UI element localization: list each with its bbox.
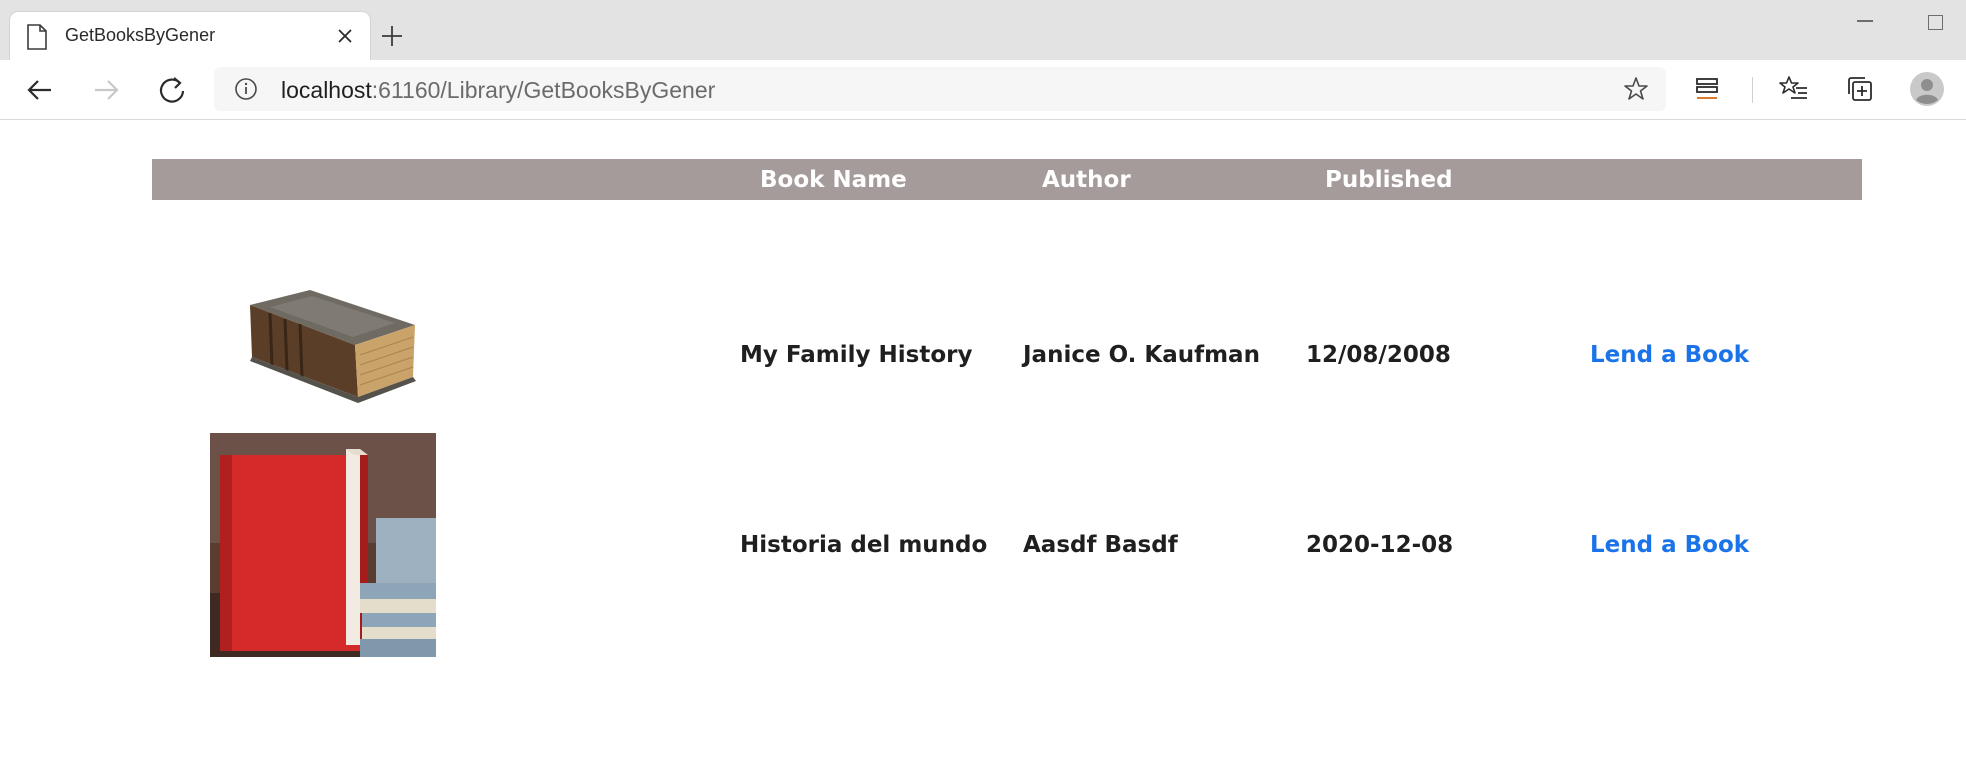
minimize-icon[interactable] (1857, 20, 1873, 22)
book-author: Aasdf Basdf (1023, 532, 1178, 558)
tab-strip: GetBooksByGener (0, 0, 1966, 60)
lend-book-label: Lend a Book (1590, 342, 1750, 368)
book-author: Janice O. Kaufman (1023, 342, 1260, 368)
url-path: :61160/Library/GetBooksByGener (371, 77, 716, 103)
book-published: 2020-12-08 (1306, 532, 1454, 558)
favorites-icon[interactable] (1779, 74, 1809, 104)
reading-list-icon[interactable] (1692, 74, 1722, 104)
red-book-image (210, 433, 436, 657)
reload-icon[interactable] (156, 74, 188, 106)
column-header-action (1590, 159, 1862, 200)
tab-title: GetBooksByGener (65, 25, 216, 45)
lend-book-link[interactable]: Lend a Book (1590, 342, 1749, 368)
back-arrow-icon[interactable] (24, 74, 56, 106)
table-row: My Family History Janice O. Kaufman 12/0… (152, 280, 1862, 430)
book-image-cell (152, 280, 740, 430)
collections-icon[interactable] (1845, 74, 1875, 104)
column-header-author: Author (1042, 166, 1131, 193)
star-icon[interactable] (1623, 76, 1649, 102)
close-icon[interactable] (333, 24, 357, 48)
old-brown-book-image (250, 290, 416, 403)
address-bar[interactable]: localhost:61160/Library/GetBooksByGener (214, 67, 1666, 111)
table-row: Historia del mundo Aasdf Basdf 2020-12-0… (152, 430, 1862, 660)
column-header-image (152, 159, 740, 200)
lend-book-link[interactable]: Lend a Book (1590, 532, 1749, 558)
column-header-book-name: Book Name (760, 166, 907, 193)
lend-book-label: Lend a Book (1590, 532, 1750, 558)
plus-icon[interactable] (380, 24, 404, 48)
url-text[interactable]: localhost:61160/Library/GetBooksByGener (281, 77, 715, 104)
table-header-row: Book Name Author Published (152, 159, 1862, 200)
navigation-bar: localhost:61160/Library/GetBooksByGener (0, 60, 1966, 120)
profile-icon[interactable] (1910, 72, 1944, 106)
book-name: Historia del mundo (740, 532, 988, 558)
page-content: Book Name Author Published My Family His… (0, 120, 1966, 766)
book-published: 12/08/2008 (1306, 342, 1451, 368)
book-name: My Family History (740, 342, 973, 368)
spacer-row (152, 200, 1862, 280)
browser-tab[interactable]: GetBooksByGener (10, 12, 370, 60)
lend-book-cell: Lend a Book (1590, 430, 1862, 660)
url-host: localhost (281, 77, 372, 103)
forward-arrow-icon[interactable] (90, 74, 122, 106)
column-header-published: Published (1325, 166, 1453, 193)
book-image-cell (152, 430, 740, 660)
maximize-icon[interactable] (1928, 15, 1943, 30)
page-icon (27, 24, 47, 50)
lend-book-cell: Lend a Book (1590, 280, 1862, 430)
books-table: Book Name Author Published My Family His… (152, 159, 1862, 660)
toolbar-separator (1752, 77, 1753, 103)
info-icon[interactable] (234, 77, 258, 101)
